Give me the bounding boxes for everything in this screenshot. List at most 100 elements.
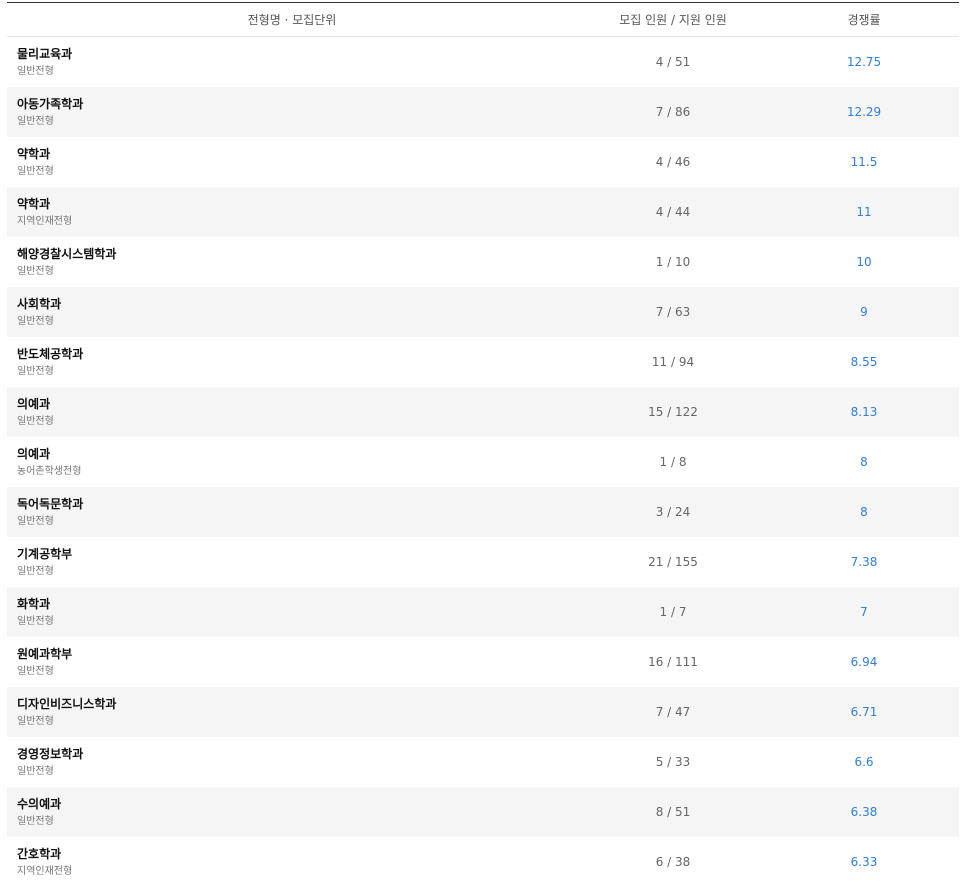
admission-type: 일반전형 bbox=[17, 815, 54, 827]
admission-type: 지역인재전형 bbox=[17, 865, 73, 877]
admission-type: 일반전형 bbox=[17, 365, 54, 377]
rate-cell: 12.29 bbox=[846, 105, 882, 119]
rate-cell: 7.38 bbox=[850, 555, 878, 569]
name-cell: 약학과일반전형 bbox=[7, 146, 577, 179]
dept-name: 해양경찰시스템학과 bbox=[17, 246, 117, 261]
table-row[interactable]: 해양경찰시스템학과일반전형 1 / 10 10 bbox=[7, 237, 959, 287]
count-cell: 4 / 46 bbox=[655, 155, 691, 169]
rate-cell: 6.38 bbox=[850, 805, 878, 819]
dept-name: 독어독문학과 bbox=[17, 496, 84, 511]
competition-rate-table: 전형명 · 모집단위 모집 인원 / 지원 인원 경쟁률 물리교육과일반전형 4 … bbox=[7, 2, 959, 887]
admission-type: 일반전형 bbox=[17, 565, 54, 577]
table-row[interactable]: 기계공학부 일반전형 21 / 155 7.38 bbox=[7, 537, 959, 587]
name-cell: 사회학과일반전형 bbox=[7, 296, 577, 329]
table-row[interactable]: 수의예과일반전형 8 / 51 6.38 bbox=[7, 787, 959, 837]
dept-name: 화학과 bbox=[17, 596, 51, 611]
admission-type: 일반전형 bbox=[17, 165, 54, 177]
table-row[interactable]: 디자인비즈니스학과일반전형 7 / 47 6.71 bbox=[7, 687, 959, 737]
name-cell: 의예과일반전형 bbox=[7, 396, 577, 429]
rate-cell: 12.75 bbox=[846, 55, 882, 69]
rate-cell: 8 bbox=[860, 455, 868, 469]
admission-type: 일반전형 bbox=[17, 765, 54, 777]
count-cell: 1 / 10 bbox=[655, 255, 691, 269]
rate-cell: 6.94 bbox=[850, 655, 878, 669]
count-cell: 6 / 38 bbox=[655, 855, 691, 869]
table-row[interactable]: 약학과 지역인재전형 4 / 44 11 bbox=[7, 187, 959, 237]
dept-name: 아동가족학과 bbox=[17, 96, 84, 111]
table-row[interactable]: 아동가족학과일반전형 7 / 86 12.29 bbox=[7, 87, 959, 137]
table-row[interactable]: 약학과일반전형 4 / 46 11.5 bbox=[7, 137, 959, 187]
count-cell: 15 / 122 bbox=[648, 405, 698, 419]
name-cell: 수의예과일반전형 bbox=[7, 796, 577, 829]
dept-name: 반도체공학과 bbox=[17, 346, 84, 361]
rate-cell: 10 bbox=[856, 255, 872, 269]
count-cell: 7 / 47 bbox=[655, 705, 691, 719]
dept-name: 약학과 bbox=[17, 146, 51, 161]
name-cell: 화학과 일반전형 bbox=[7, 596, 577, 629]
count-cell: 5 / 33 bbox=[655, 755, 691, 769]
dept-name: 원예과학부 bbox=[17, 646, 73, 661]
dept-name: 사회학과 bbox=[17, 296, 62, 311]
dept-name: 물리교육과 bbox=[17, 46, 73, 61]
dept-name: 수의예과 bbox=[17, 796, 62, 811]
count-cell: 8 / 51 bbox=[655, 805, 691, 819]
dept-name: 디자인비즈니스학과 bbox=[17, 696, 117, 711]
table-row[interactable]: 의예과일반전형 15 / 122 8.13 bbox=[7, 387, 959, 437]
table-row[interactable]: 간호학과지역인재전형 6 / 38 6.33 bbox=[7, 837, 959, 887]
table-row[interactable]: 사회학과 일반전형 7 / 63 9 bbox=[7, 287, 959, 337]
dept-name: 간호학과 bbox=[17, 846, 62, 861]
name-cell: 의예과농어촌학생전형 bbox=[7, 446, 577, 479]
admission-type: 일반전형 bbox=[17, 715, 54, 727]
dept-name: 약학과 bbox=[17, 196, 51, 211]
count-cell: 16 / 111 bbox=[648, 655, 698, 669]
admission-type: 일반전형 bbox=[17, 415, 54, 427]
count-cell: 7 / 86 bbox=[655, 105, 691, 119]
dept-name: 의예과 bbox=[17, 396, 51, 411]
header-rate: 경쟁률 bbox=[847, 13, 881, 27]
name-cell: 아동가족학과일반전형 bbox=[7, 96, 577, 129]
header-name: 전형명 · 모집단위 bbox=[247, 13, 337, 27]
admission-type: 일반전형 bbox=[17, 115, 54, 127]
name-cell: 독어독문학과일반전형 bbox=[7, 496, 577, 529]
count-cell: 11 / 94 bbox=[651, 355, 695, 369]
table-row[interactable]: 물리교육과일반전형 4 / 51 12.75 bbox=[7, 37, 959, 87]
name-cell: 디자인비즈니스학과일반전형 bbox=[7, 696, 577, 729]
count-cell: 21 / 155 bbox=[648, 555, 698, 569]
name-cell: 간호학과지역인재전형 bbox=[7, 846, 577, 879]
count-cell: 3 / 24 bbox=[655, 505, 691, 519]
table-row[interactable]: 원예과학부일반전형 16 / 111 6.94 bbox=[7, 637, 959, 687]
admission-type: 농어촌학생전형 bbox=[17, 465, 82, 477]
count-cell: 1 / 8 bbox=[659, 455, 687, 469]
table-row[interactable]: 반도체공학과일반전형 11 / 94 8.55 bbox=[7, 337, 959, 387]
table-header: 전형명 · 모집단위 모집 인원 / 지원 인원 경쟁률 bbox=[7, 3, 959, 37]
rate-cell: 9 bbox=[860, 305, 868, 319]
admission-type: 일반전형 bbox=[17, 265, 54, 277]
dept-name: 경영정보학과 bbox=[17, 746, 84, 761]
rate-cell: 8.13 bbox=[850, 405, 878, 419]
count-cell: 4 / 44 bbox=[655, 205, 691, 219]
admission-type: 일반전형 bbox=[17, 515, 54, 527]
count-cell: 4 / 51 bbox=[655, 55, 691, 69]
rate-cell: 6.71 bbox=[850, 705, 878, 719]
table-row[interactable]: 독어독문학과일반전형 3 / 24 8 bbox=[7, 487, 959, 537]
rate-cell: 8.55 bbox=[850, 355, 878, 369]
rate-cell: 6.33 bbox=[850, 855, 878, 869]
table-row[interactable]: 의예과농어촌학생전형 1 / 8 8 bbox=[7, 437, 959, 487]
name-cell: 기계공학부 일반전형 bbox=[7, 546, 577, 579]
rate-cell: 11 bbox=[856, 205, 872, 219]
admission-type: 일반전형 bbox=[17, 65, 54, 77]
admission-type: 일반전형 bbox=[17, 315, 54, 327]
name-cell: 원예과학부일반전형 bbox=[7, 646, 577, 679]
rate-cell: 8 bbox=[860, 505, 868, 519]
table-row[interactable]: 화학과 일반전형 1 / 7 7 bbox=[7, 587, 959, 637]
table-body: 물리교육과 일반전형 4 / 51 12.75 아동가족학과 일반전형 7 / 86 12.2… bbox=[7, 37, 959, 887]
count-cell: 1 / 7 bbox=[659, 605, 687, 619]
rate-cell: 7 bbox=[860, 605, 868, 619]
rate-cell: 11.5 bbox=[850, 155, 878, 169]
rate-cell: 6.6 bbox=[854, 755, 874, 769]
dept-name: 의예과 bbox=[17, 446, 51, 461]
admission-type: 일반전형 bbox=[17, 665, 54, 677]
table-row[interactable]: 경영정보학과일반전형 5 / 33 6.6 bbox=[7, 737, 959, 787]
name-cell: 경영정보학과일반전형 bbox=[7, 746, 577, 779]
name-cell: 반도체공학과일반전형 bbox=[7, 346, 577, 379]
